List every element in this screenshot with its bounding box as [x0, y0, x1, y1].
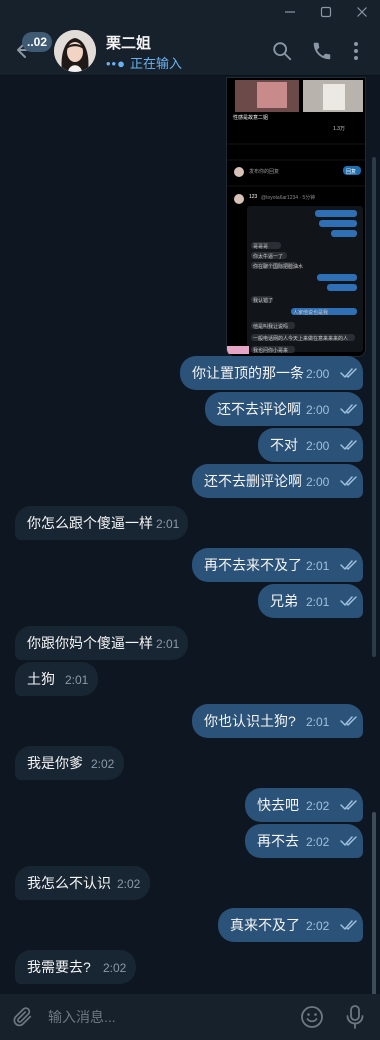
paperclip-icon[interactable] [12, 1006, 34, 1028]
message-composer [0, 994, 380, 1040]
outgoing-message[interactable]: 快去吧 2:02 [245, 788, 363, 822]
message-text: 你让置顶的那一条 [192, 365, 304, 381]
double-check-icon [340, 404, 357, 414]
screenshot-image-message[interactable]: 性感是故意二姐 1.3万 发布你的回复 回复 123 @toyota6ar123… [226, 77, 366, 357]
message-time: 2:01 [156, 517, 180, 531]
media-line: 你太牛逼一了 [253, 254, 284, 260]
outgoing-message[interactable]: 你让置顶的那一条 2:00 [180, 356, 363, 390]
message-time: 2:02 [306, 835, 330, 849]
typing-dots-icon: ••● [106, 56, 126, 71]
double-check-icon [340, 476, 357, 486]
media-quoted-title: 性感是故意二姐 [233, 115, 269, 121]
message-text: 还不去删评论啊 [204, 473, 302, 489]
avatar-image [54, 30, 96, 72]
message-text: 不对 [270, 437, 298, 453]
media-line: 我也问你小哥来 [253, 348, 289, 354]
message-text: 你怎么跟个傻逼一样 [27, 515, 153, 531]
double-check-icon [340, 920, 357, 930]
double-check-icon [340, 716, 357, 726]
message-text: 我怎么不认识 [27, 875, 111, 891]
microphone-icon[interactable] [344, 1004, 366, 1030]
message-time: 2:01 [306, 595, 330, 609]
message-text: 兄弟 [270, 593, 298, 609]
media-line: 你在聊个国际把脸油水 [253, 264, 304, 270]
avatar[interactable] [54, 30, 96, 72]
close-button[interactable] [342, 0, 380, 24]
message-time: 2:00 [306, 439, 330, 453]
outgoing-message[interactable]: 你也认识土狗? 2:01 [192, 704, 363, 738]
incoming-message[interactable]: 你跟你妈个傻逼一样 2:01 [15, 626, 188, 660]
double-check-icon [340, 596, 357, 606]
outgoing-message[interactable]: 兄弟 2:01 [258, 584, 363, 618]
incoming-message[interactable]: 我需要去? 2:02 [15, 950, 136, 984]
outgoing-message[interactable]: 不对 2:00 [258, 428, 363, 462]
message-time: 2:01 [306, 715, 330, 729]
incoming-message[interactable]: 土狗 2:01 [15, 662, 98, 696]
media-line: 他是叫我让说吗 [253, 324, 289, 330]
close-icon [357, 7, 367, 17]
message-text: 你也认识土狗? [204, 713, 296, 729]
media-line: 我认错了 [253, 298, 274, 304]
media-reply-button: 回复 [346, 169, 357, 175]
message-text: 你跟你妈个傻逼一样 [27, 635, 153, 651]
maximize-icon [320, 6, 332, 18]
typing-status-text: 正在输入 [129, 56, 182, 71]
incoming-message[interactable]: 我怎么不认识 2:02 [15, 866, 150, 900]
incoming-message[interactable]: 你怎么跟个傻逼一样 2:01 [15, 506, 188, 540]
emoji-icon[interactable] [300, 1005, 324, 1029]
double-check-icon [340, 836, 357, 846]
message-time: 2:01 [306, 559, 330, 573]
double-check-icon [340, 440, 357, 450]
outgoing-message[interactable]: 再不去 2:02 [245, 824, 363, 858]
outgoing-message[interactable]: 还不去评论啊 2:00 [205, 392, 363, 426]
scrollbar-track[interactable] [372, 157, 376, 657]
message-text: 快去吧 [257, 797, 299, 813]
message-text: 真来不及了 [230, 917, 300, 933]
media-line: 一般电话网的人今天上来做在意来来来的人 [253, 336, 349, 342]
outgoing-message[interactable]: 再不去来不及了 2:01 [192, 548, 363, 582]
message-time: 2:00 [306, 367, 330, 381]
media-reply-user: 123 [249, 194, 258, 200]
unread-count-badge[interactable]: ..02 [22, 32, 53, 52]
message-text: 再不去来不及了 [204, 557, 302, 573]
media-line: 人家他说也是我 [293, 310, 329, 316]
double-check-icon [340, 800, 357, 810]
message-time: 2:01 [156, 637, 180, 651]
outgoing-message[interactable]: 还不去删评论啊 2:00 [192, 464, 363, 498]
media-line: 哥哥哥 [253, 244, 269, 250]
message-text: 我是你爹 [27, 755, 83, 771]
message-time: 2:02 [91, 757, 115, 771]
phone-icon[interactable] [311, 40, 333, 62]
message-input[interactable] [48, 1003, 278, 1031]
media-reply-placeholder: 发布你的回复 [249, 169, 280, 175]
message-time: 2:02 [306, 799, 330, 813]
maximize-button[interactable] [306, 0, 346, 24]
media-reply-handle: @toyota6ar1234 · 5分钟 [261, 195, 316, 201]
more-vertical-icon[interactable] [345, 40, 367, 62]
message-text: 还不去评论啊 [217, 401, 301, 417]
window-titlebar [0, 0, 380, 24]
message-text: 我需要去? [27, 959, 91, 975]
double-check-icon [340, 368, 357, 378]
double-check-icon [340, 560, 357, 570]
media-stats: 1.3万 [333, 126, 345, 132]
message-time: 2:02 [306, 919, 330, 933]
outgoing-message[interactable]: 真来不及了 2:02 [218, 908, 363, 942]
search-icon[interactable] [271, 40, 293, 62]
minimize-button[interactable] [270, 0, 310, 24]
minimize-icon [285, 11, 295, 13]
message-time: 2:02 [117, 877, 141, 891]
message-time: 2:00 [306, 403, 330, 417]
message-text: 土狗 [27, 671, 55, 687]
incoming-message[interactable]: 我是你爹 2:02 [15, 746, 124, 780]
message-time: 2:01 [65, 673, 89, 687]
message-text: 再不去 [257, 833, 299, 849]
typing-status: ••● 正在输入 [106, 53, 182, 72]
chat-name[interactable]: 栗二姐 [106, 32, 151, 53]
chat-header: ..02 栗二姐 ••● 正在输入 [0, 24, 380, 76]
message-time: 2:00 [306, 475, 330, 489]
message-time: 2:02 [103, 961, 127, 975]
